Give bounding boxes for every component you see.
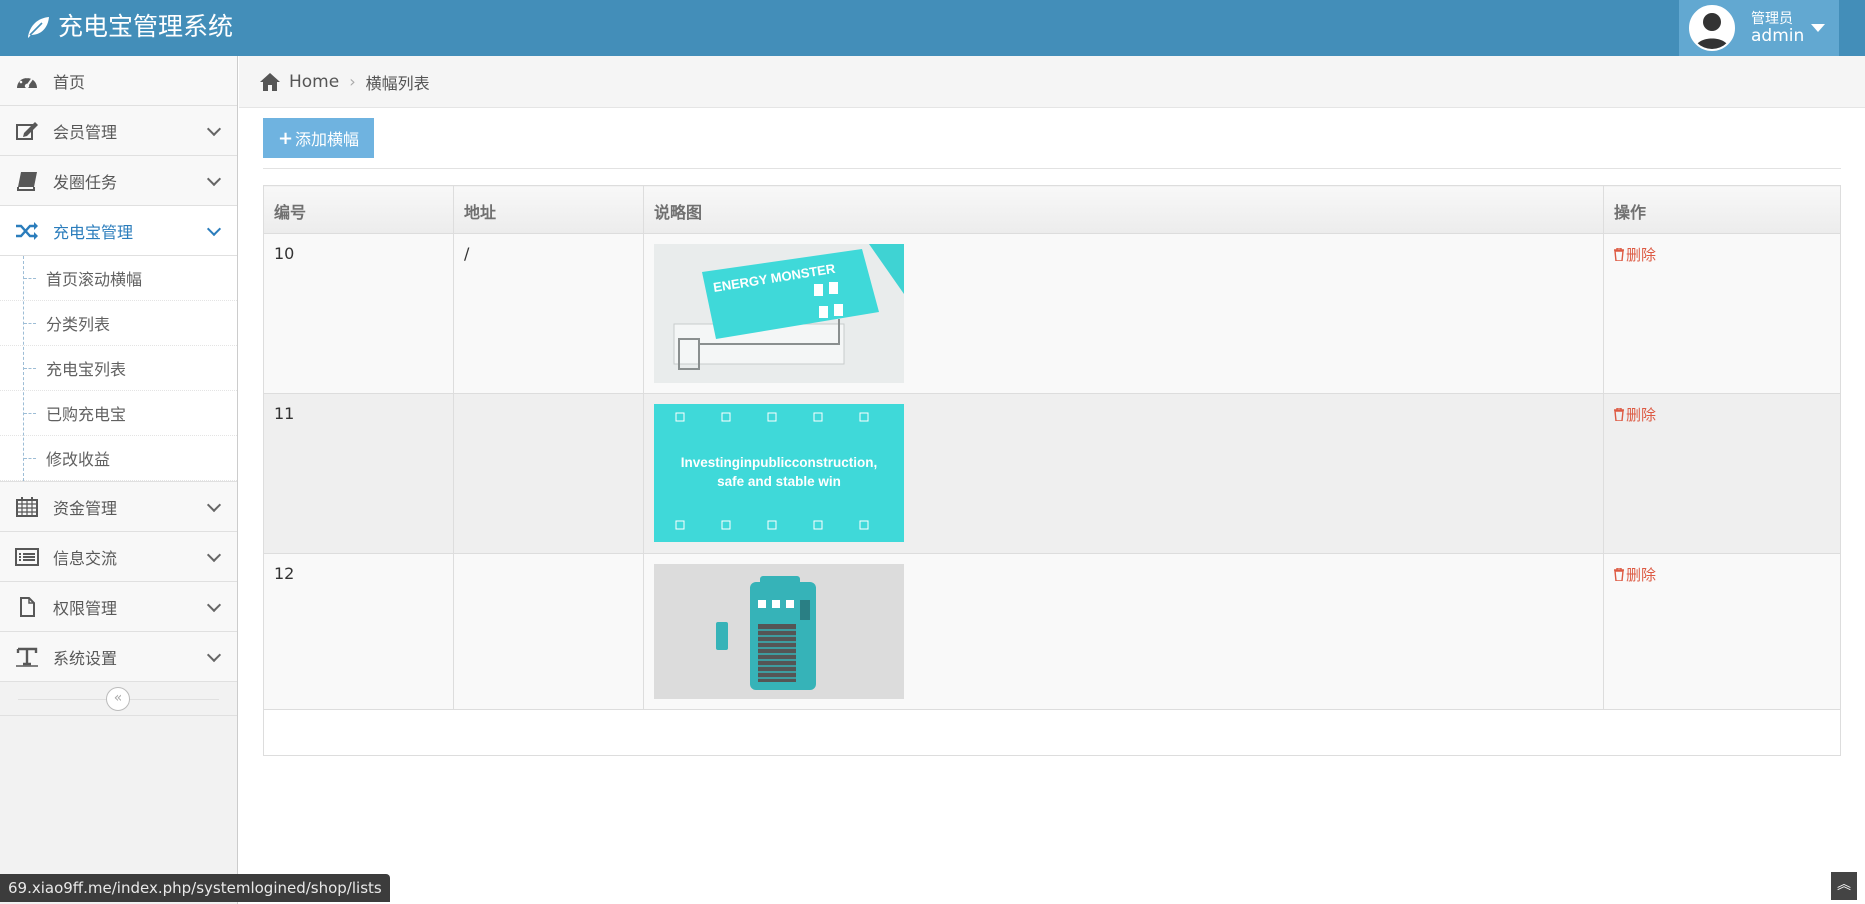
sidebar-collapse-bar: « [0, 682, 237, 716]
submenu: 首页滚动横幅 分类列表 充电宝列表 已购充电宝 修改收益 [0, 256, 237, 482]
leaf-icon [28, 17, 49, 38]
app-title: 充电宝管理系统 [58, 12, 234, 41]
cell-image: ENERGY MONSTER [643, 233, 1604, 394]
plus-icon: + [277, 127, 294, 149]
trash-icon [1614, 248, 1624, 261]
scroll-up-icon[interactable]: ︽ [1831, 872, 1857, 900]
file-icon [20, 597, 35, 617]
sidebar-item-label: 系统设置 [53, 648, 118, 668]
sidebar-item-label: 发圈任务 [53, 172, 118, 192]
cell-image [643, 553, 1604, 710]
energy-monster-banner-image: ENERGY MONSTER [654, 244, 904, 383]
sidebar-item-tasks[interactable]: 发圈任务 [0, 156, 237, 206]
calendar-icon [16, 497, 38, 517]
chevron-down-icon [206, 121, 222, 137]
table-footer-row [263, 709, 1841, 756]
column-header-image: 说略图 [643, 185, 1604, 234]
cell-address [453, 393, 644, 554]
chevron-down-icon [206, 497, 222, 513]
table-header-row: 编号 地址 说略图 操作 [263, 185, 1841, 234]
user-menu[interactable]: 管理员 admin [1679, 0, 1839, 56]
table-row: 10 / ENERGY MONSTER 删除 [263, 233, 1841, 394]
sidebar-item-funds[interactable]: 资金管理 [0, 482, 237, 532]
cell-id: 12 [263, 553, 454, 710]
top-navbar: 充电宝管理系统 管理员 admin [0, 0, 1865, 56]
breadcrumb-home[interactable]: Home [259, 72, 339, 92]
brand[interactable]: 充电宝管理系统 [24, 10, 233, 44]
column-header-id: 编号 [263, 185, 454, 234]
breadcrumb: Home › 横幅列表 [239, 56, 1865, 108]
add-banner-button[interactable]: + 添加横幅 [263, 118, 374, 158]
delete-label: 删除 [1626, 566, 1657, 584]
investing-line1: Investinginpublicconstruction, [681, 455, 878, 470]
column-header-address: 地址 [453, 185, 644, 234]
chevron-down-icon [206, 647, 222, 663]
table-row: 12 删除 [263, 553, 1841, 710]
banner-table: 编号 地址 说略图 操作 10 / ENERGY MONSTER 删除 11 I… [263, 185, 1841, 756]
table-row: 11 Investinginpublicconstruction, safe a… [263, 393, 1841, 554]
submenu-item-purchased[interactable]: 已购充电宝 [0, 391, 237, 436]
delete-button[interactable]: 删除 [1614, 404, 1656, 425]
double-chevron-left-icon[interactable]: « [106, 687, 130, 711]
powerbank-station-banner-image [654, 564, 904, 699]
divider [263, 168, 1841, 169]
trash-icon [1614, 568, 1624, 581]
sidebar: 首页 会员管理 发圈任务 充电宝管理 首页滚动横幅 分类列表 充电宝列表 已购充… [0, 56, 238, 904]
cell-action: 删除 [1603, 553, 1841, 710]
cell-address [453, 553, 644, 710]
submenu-item-banner[interactable]: 首页滚动横幅 [0, 256, 237, 301]
submenu-item-categories[interactable]: 分类列表 [0, 301, 237, 346]
delete-label: 删除 [1626, 246, 1657, 264]
random-icon [16, 222, 38, 240]
cell-id: 10 [263, 233, 454, 394]
investing-banner-image: Investinginpublicconstruction, safe and … [654, 404, 904, 542]
chevron-down-icon [206, 221, 222, 237]
chevron-down-icon [206, 171, 222, 187]
delete-label: 删除 [1626, 406, 1657, 424]
sidebar-item-label: 信息交流 [53, 548, 118, 568]
add-banner-label: 添加横幅 [295, 130, 360, 149]
caret-down-icon [1811, 24, 1825, 32]
book-icon [17, 172, 37, 191]
sidebar-item-label: 权限管理 [53, 598, 118, 618]
text-icon [16, 647, 38, 667]
cell-image: Investinginpublicconstruction, safe and … [643, 393, 1604, 554]
sidebar-item-settings[interactable]: 系统设置 [0, 632, 237, 682]
sidebar-item-members[interactable]: 会员管理 [0, 106, 237, 156]
cell-action: 删除 [1603, 393, 1841, 554]
submenu-item-earnings[interactable]: 修改收益 [0, 436, 237, 481]
edit-icon [16, 122, 38, 140]
sidebar-item-label: 资金管理 [53, 498, 118, 518]
investing-line2: safe and stable win [717, 474, 841, 489]
sidebar-item-label: 会员管理 [53, 122, 118, 142]
sidebar-item-label: 充电宝管理 [53, 222, 134, 242]
sidebar-item-label: 首页 [53, 72, 86, 92]
table-footer-cell [263, 709, 1841, 756]
sidebar-item-home[interactable]: 首页 [0, 56, 237, 106]
cell-id: 11 [263, 393, 454, 554]
cell-action: 删除 [1603, 233, 1841, 394]
home-icon [260, 72, 280, 91]
sidebar-item-messages[interactable]: 信息交流 [0, 532, 237, 582]
avatar [1689, 5, 1735, 51]
delete-button[interactable]: 删除 [1614, 244, 1656, 265]
list-icon [15, 548, 39, 566]
breadcrumb-separator: › [349, 72, 356, 91]
trash-icon [1614, 408, 1624, 421]
column-header-action: 操作 [1603, 185, 1841, 234]
delete-button[interactable]: 删除 [1614, 564, 1656, 585]
cell-address: / [453, 233, 644, 394]
chevron-down-icon [206, 547, 222, 563]
sidebar-item-permissions[interactable]: 权限管理 [0, 582, 237, 632]
breadcrumb-current: 横幅列表 [365, 73, 430, 93]
chevron-down-icon [206, 597, 222, 613]
sidebar-item-powerbank[interactable]: 充电宝管理 [0, 206, 237, 256]
user-name: admin [1751, 26, 1805, 46]
dashboard-icon [17, 75, 37, 89]
submenu-item-powerbank-list[interactable]: 充电宝列表 [0, 346, 237, 391]
breadcrumb-home-label: Home [289, 71, 340, 92]
status-bar-url: 69.xiao9ff.me/index.php/systemlogined/sh… [0, 874, 390, 902]
